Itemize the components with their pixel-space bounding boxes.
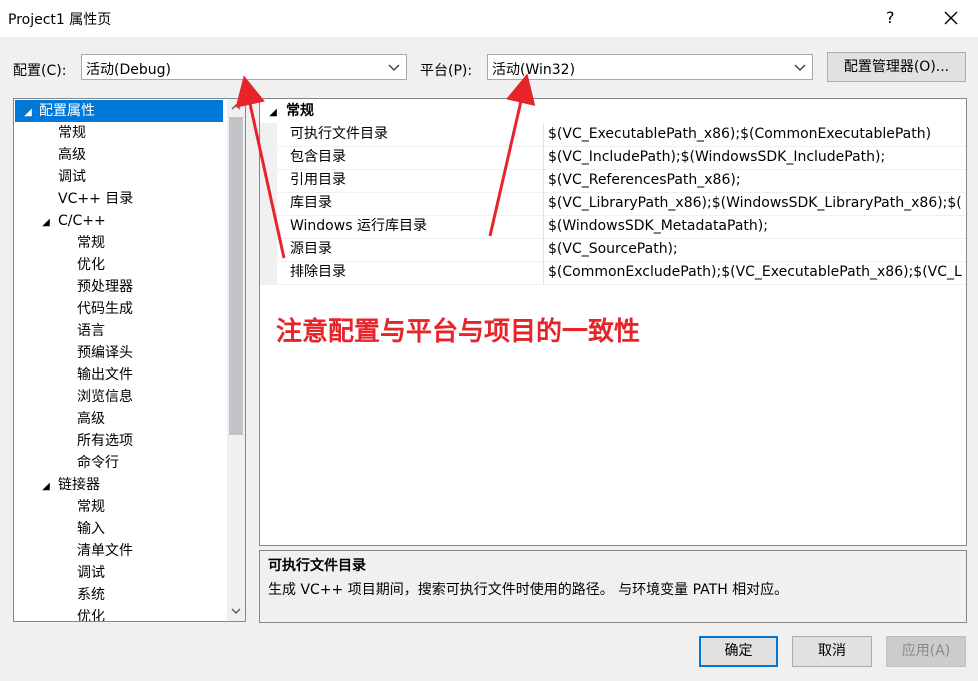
tree-item-debugging[interactable]: 调试 (58, 166, 86, 188)
title-bar: Project1 属性页 ? (0, 0, 978, 37)
chevron-down-icon (794, 64, 806, 71)
apply-button[interactable]: 应用(A) (886, 636, 966, 667)
property-name: 引用目录 (290, 172, 346, 188)
collapse-triangle-icon[interactable]: ◢ (21, 102, 35, 124)
ok-button[interactable]: 确定 (699, 636, 778, 667)
property-row[interactable]: 库目录 $(VC_LibraryPath_x86);$(WindowsSDK_L… (260, 192, 966, 216)
config-label: 配置(C): (13, 63, 67, 79)
tree-item-cc-preprocessor[interactable]: 预处理器 (77, 276, 133, 298)
config-dropdown[interactable]: 活动(Debug) (81, 54, 407, 80)
tree-item-link-system[interactable]: 系统 (77, 584, 105, 606)
scrollbar-thumb[interactable] (229, 117, 243, 435)
property-name: 排除目录 (290, 264, 346, 280)
description-title: 可执行文件目录 (268, 558, 366, 574)
property-row[interactable]: 包含目录 $(VC_IncludePath);$(WindowsSDK_Incl… (260, 146, 966, 170)
property-name: 库目录 (290, 195, 332, 211)
description-text: 生成 VC++ 项目期间，搜索可执行文件时使用的路径。 与环境变量 PATH 相… (268, 582, 789, 598)
scroll-up-icon[interactable] (231, 103, 241, 111)
collapse-triangle-icon[interactable]: ◢ (260, 101, 286, 125)
tree-item-cc-general[interactable]: 常规 (77, 232, 105, 254)
config-manager-button[interactable]: 配置管理器(O)... (827, 52, 966, 82)
tree-item-general[interactable]: 常规 (58, 122, 86, 144)
description-panel: 可执行文件目录 生成 VC++ 项目期间，搜索可执行文件时使用的路径。 与环境变… (259, 550, 967, 623)
tree-scrollbar[interactable] (227, 99, 245, 621)
tree-item-advanced[interactable]: 高级 (58, 144, 86, 166)
property-name: Windows 运行库目录 (290, 218, 427, 234)
property-value[interactable]: $(VC_LibraryPath_x86);$(WindowsSDK_Libra… (548, 192, 962, 215)
tree-item-config-properties[interactable]: ◢ 配置属性 (15, 100, 223, 122)
tree-item-cc-command-line[interactable]: 命令行 (77, 452, 119, 474)
cancel-button[interactable]: 取消 (792, 636, 872, 667)
close-icon[interactable] (938, 5, 964, 31)
property-row[interactable]: Windows 运行库目录 $(WindowsSDK_MetadataPath)… (260, 215, 966, 239)
tree-item-cc-browse[interactable]: 浏览信息 (77, 386, 133, 408)
category-general[interactable]: ◢ 常规 (260, 99, 314, 123)
tree-item-link-input[interactable]: 输入 (77, 518, 105, 540)
window-title: Project1 属性页 (8, 12, 112, 28)
config-value: 活动(Debug) (86, 62, 171, 78)
tree-item-link-debug[interactable]: 调试 (77, 562, 105, 584)
tree-item-cc-language[interactable]: 语言 (77, 320, 105, 342)
property-row[interactable]: 引用目录 $(VC_ReferencesPath_x86); (260, 169, 966, 193)
property-value[interactable]: $(VC_SourcePath); (548, 238, 678, 261)
tree-item-link-optimization[interactable]: 优化 (77, 606, 105, 621)
tree-item-cc-codegen[interactable]: 代码生成 (77, 298, 133, 320)
property-row[interactable]: 可执行文件目录 $(VC_ExecutablePath_x86);$(Commo… (260, 123, 966, 147)
property-grid[interactable]: ◢ 常规 可执行文件目录 $(VC_ExecutablePath_x86);$(C… (259, 98, 967, 546)
tree-item-link-general[interactable]: 常规 (77, 496, 105, 518)
property-value[interactable]: $(VC_IncludePath);$(WindowsSDK_IncludePa… (548, 146, 885, 169)
property-row[interactable]: 排除目录 $(CommonExcludePath);$(VC_Executabl… (260, 261, 966, 285)
tree-item-vc-directories[interactable]: VC++ 目录 (58, 188, 133, 210)
property-name: 源目录 (290, 241, 332, 257)
tree-item-cc-output[interactable]: 输出文件 (77, 364, 133, 386)
tree-item-cc-advanced[interactable]: 高级 (77, 408, 105, 430)
tree-item-cc-optimization[interactable]: 优化 (77, 254, 105, 276)
property-value[interactable]: $(WindowsSDK_MetadataPath); (548, 215, 768, 238)
property-name: 包含目录 (290, 149, 346, 165)
platform-dropdown[interactable]: 活动(Win32) (487, 54, 813, 80)
property-value[interactable]: $(VC_ExecutablePath_x86);$(CommonExecuta… (548, 123, 931, 146)
tree-item-c-cpp[interactable]: ◢ C/C++ (39, 210, 106, 232)
property-value[interactable]: $(VC_ReferencesPath_x86); (548, 169, 741, 192)
tree-item-linker[interactable]: ◢ 链接器 (39, 474, 100, 496)
help-button[interactable]: ? (886, 8, 895, 27)
annotation-text: 注意配置与平台与项目的一致性 (276, 317, 641, 347)
collapse-triangle-icon[interactable]: ◢ (39, 212, 53, 234)
property-row[interactable]: 源目录 $(VC_SourcePath); (260, 238, 966, 262)
property-name: 可执行文件目录 (290, 126, 388, 142)
collapse-triangle-icon[interactable]: ◢ (39, 476, 53, 498)
scroll-down-icon[interactable] (231, 607, 241, 615)
platform-value: 活动(Win32) (492, 62, 576, 78)
tree-item-cc-pch[interactable]: 预编译头 (77, 342, 133, 364)
tree-item-cc-all-options[interactable]: 所有选项 (77, 430, 133, 452)
property-tree[interactable]: ◢ 配置属性 常规 高级 调试 VC++ 目录 ◢ C/C++ 常规 优化 预处理器… (13, 98, 246, 622)
tree-item-link-manifest[interactable]: 清单文件 (77, 540, 133, 562)
chevron-down-icon (388, 64, 400, 71)
column-divider[interactable] (543, 123, 544, 284)
platform-label: 平台(P): (420, 63, 473, 79)
property-value[interactable]: $(CommonExcludePath);$(VC_ExecutablePath… (548, 261, 962, 284)
